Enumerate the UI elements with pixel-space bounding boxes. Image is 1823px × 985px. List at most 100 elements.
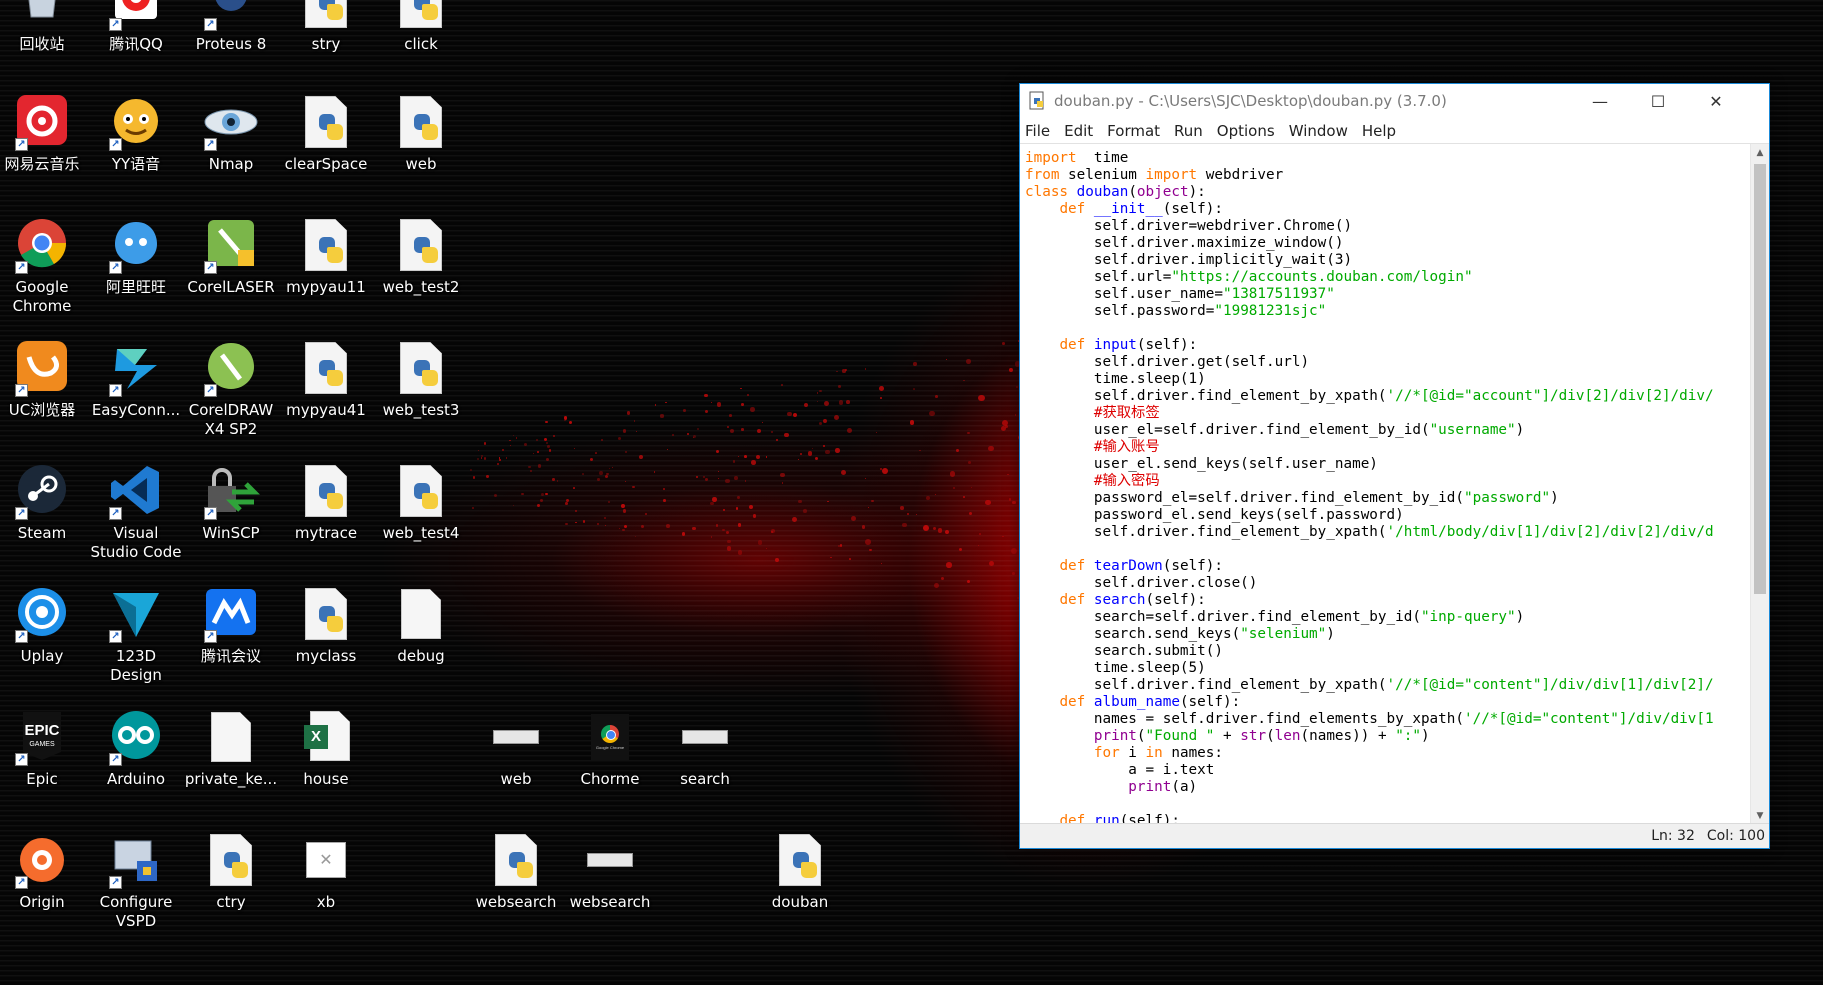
easyconnect-icon: ↗ xyxy=(107,339,165,397)
desktop-icon[interactable]: ↗ YY语音 xyxy=(91,93,181,174)
minimize-button[interactable]: — xyxy=(1571,84,1629,118)
shortcut-arrow-icon: ↗ xyxy=(204,630,217,643)
code-token: ) xyxy=(1515,609,1525,625)
desktop-icon[interactable]: mypyau41 xyxy=(281,339,371,420)
desktop-icon[interactable]: websearch xyxy=(471,831,561,912)
desktop-icon[interactable]: click xyxy=(376,0,466,54)
minimize-icon: — xyxy=(1592,91,1608,111)
desktop-icon[interactable]: ↗ Uplay xyxy=(0,585,87,666)
desktop-icon[interactable]: search xyxy=(660,708,750,789)
idle-editor-window[interactable]: douban.py - C:\Users\SJC\Desktop\douban.… xyxy=(1019,83,1770,849)
desktop-icon[interactable]: ↗ Google Chrome xyxy=(0,216,87,316)
scroll-up-icon[interactable]: ▲ xyxy=(1751,144,1769,161)
desktop-icon[interactable]: ✕ xb xyxy=(281,831,371,912)
desktop-icon[interactable]: mypyau11 xyxy=(281,216,371,297)
desktop-icon[interactable]: ↗ UC浏览器 xyxy=(0,339,87,420)
desktop-icon[interactable]: ↗ 网易云音乐 xyxy=(0,93,87,174)
desktop-icon[interactable]: debug xyxy=(376,585,466,666)
shortcut-arrow-icon: ↗ xyxy=(15,138,28,151)
desktop-icon[interactable]: EPIC GAMES ↗ Epic xyxy=(0,708,87,789)
code-text[interactable]: import time from selenium import webdriv… xyxy=(1020,144,1751,824)
desktop-icon[interactable]: 回收站 xyxy=(0,0,87,54)
menu-format[interactable]: Format xyxy=(1100,122,1167,140)
vertical-scrollbar[interactable]: ▲ ▼ xyxy=(1750,144,1769,824)
window-titlebar[interactable]: douban.py - C:\Users\SJC\Desktop\douban.… xyxy=(1020,84,1769,118)
desktop-icon-label: mytrace xyxy=(294,524,358,542)
desktop-icon[interactable]: ctry xyxy=(186,831,276,912)
desktop-icon[interactable]: private_ke... xyxy=(185,708,277,789)
desktop-icon-label: ctry xyxy=(216,893,246,911)
desktop-icon[interactable]: douban xyxy=(755,831,845,912)
desktop-icon[interactable]: ↗ CorelLASER xyxy=(186,216,276,297)
code-editor[interactable]: import time from selenium import webdriv… xyxy=(1020,144,1751,824)
desktop-icon[interactable]: Google Chrome Chorme xyxy=(565,708,655,789)
code-token: class xyxy=(1025,184,1069,200)
shortcut-arrow-icon: ↗ xyxy=(109,753,122,766)
python-file-icon xyxy=(297,93,355,151)
desktop-icon[interactable]: ↗ 123D Design xyxy=(91,585,181,685)
desktop-icon[interactable]: ↗ EasyConn... xyxy=(91,339,181,420)
desktop-icon[interactable]: ↗ Arduino xyxy=(91,708,181,789)
desktop-icon-label: websearch xyxy=(475,893,557,911)
aliwangwang-icon: ↗ xyxy=(107,216,165,274)
code-token: (self): xyxy=(1162,558,1224,574)
code-token: def xyxy=(1059,558,1086,574)
maximize-button[interactable]: ☐ xyxy=(1629,84,1687,118)
desktop-icon-label: UC浏览器 xyxy=(8,401,76,419)
maximize-icon: ☐ xyxy=(1650,91,1666,111)
desktop-icon[interactable]: ↗ Proteus 8 xyxy=(186,0,276,54)
code-token: "password" xyxy=(1463,490,1551,506)
desktop-icon[interactable]: ↗ Visual Studio Code xyxy=(91,462,181,562)
scrollbar-thumb[interactable] xyxy=(1754,164,1766,594)
desktop-icon[interactable]: ↗ Steam xyxy=(0,462,87,543)
menu-window[interactable]: Window xyxy=(1282,122,1355,140)
menu-run[interactable]: Run xyxy=(1167,122,1210,140)
scroll-down-icon[interactable]: ▼ xyxy=(1751,807,1769,824)
desktop-icon[interactable]: ↗ Origin xyxy=(0,831,87,912)
code-token: ) xyxy=(1326,626,1335,642)
python-idle-icon xyxy=(1028,91,1048,111)
python-file-icon xyxy=(392,339,450,397)
code-token: from xyxy=(1025,167,1060,183)
desktop-icon[interactable]: ↗ Configure VSPD xyxy=(91,831,181,931)
desktop-icon[interactable]: web xyxy=(376,93,466,174)
desktop-icon[interactable]: ↗ 阿里旺旺 xyxy=(91,216,181,297)
desktop-icon[interactable]: web_test3 xyxy=(376,339,466,420)
desktop-icon-label: Nmap xyxy=(208,155,254,173)
shortcut-arrow-icon: ↗ xyxy=(109,507,122,520)
desktop-icon-label: web_test2 xyxy=(382,278,460,296)
close-button[interactable]: ✕ xyxy=(1687,84,1745,118)
desktop-icon[interactable]: web_test2 xyxy=(376,216,466,297)
code-token: in xyxy=(1145,745,1163,761)
menu-edit[interactable]: Edit xyxy=(1057,122,1100,140)
desktop-icon[interactable]: web_test4 xyxy=(376,462,466,543)
desktop-icon[interactable]: ↗ WinSCP xyxy=(186,462,276,543)
desktop-icon[interactable]: stry xyxy=(281,0,371,54)
menu-help[interactable]: Help xyxy=(1355,122,1403,140)
desktop-icon-label: house xyxy=(303,770,349,788)
menu-options[interactable]: Options xyxy=(1210,122,1282,140)
desktop-icon[interactable]: clearSpace xyxy=(281,93,371,174)
status-bar: Ln: 32 Col: 100 xyxy=(1020,823,1769,848)
desktop-icon[interactable]: websearch xyxy=(565,831,655,912)
desktop-icon[interactable]: ↗ Nmap xyxy=(186,93,276,174)
code-token: self.driver.find_element_by_xpath( xyxy=(1025,677,1387,693)
python-file-icon xyxy=(297,585,355,643)
desktop-icon[interactable]: ↗ 腾讯QQ xyxy=(91,0,181,54)
desktop-icon[interactable]: ↗ CorelDRAW X4 SP2 xyxy=(186,339,276,439)
shortcut-arrow-icon: ↗ xyxy=(109,876,122,889)
desktop-icon[interactable]: myclass xyxy=(281,585,371,666)
desktop-icon[interactable]: mytrace xyxy=(281,462,371,543)
code-token: self.driver.get(self.url) xyxy=(1025,354,1310,370)
desktop-icon[interactable]: web xyxy=(471,708,561,789)
desktop-icon[interactable]: ↗ 腾讯会议 xyxy=(186,585,276,666)
code-token: ( xyxy=(1128,184,1137,200)
svg-text:EPIC: EPIC xyxy=(24,722,59,739)
desktop-icon[interactable]: Xhouse xyxy=(281,708,371,789)
menu-file[interactable]: File xyxy=(1020,122,1057,140)
code-token: #输入密码 xyxy=(1025,473,1160,489)
